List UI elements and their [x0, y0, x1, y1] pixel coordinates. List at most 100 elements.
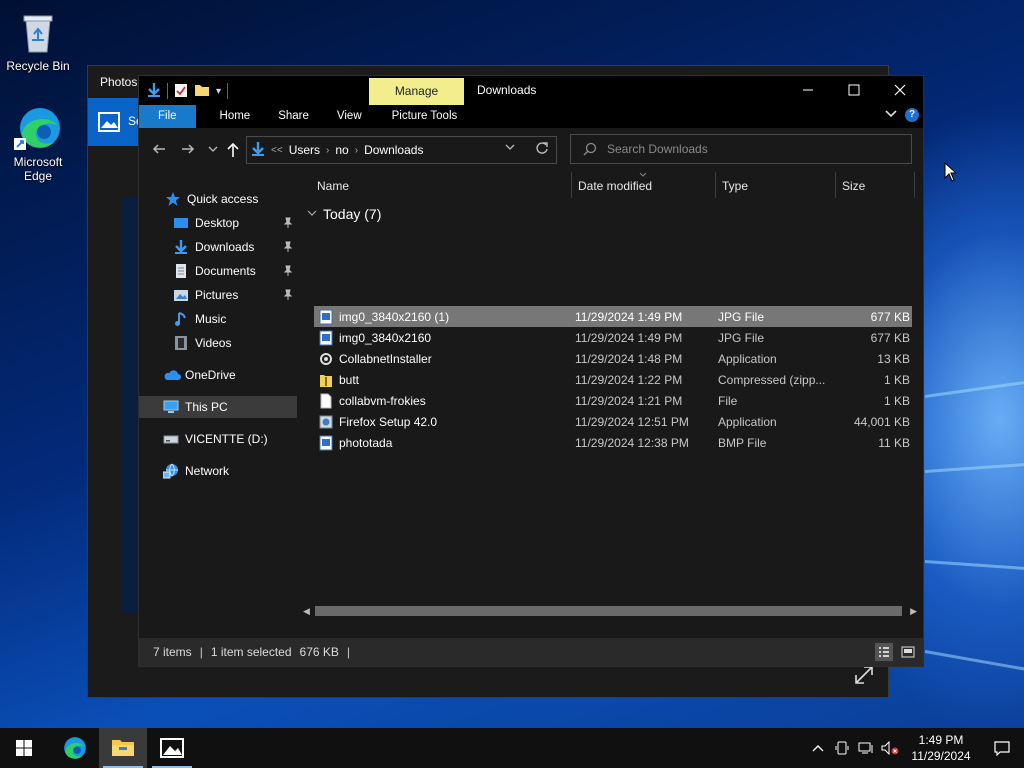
address-overflow[interactable]: << — [271, 145, 283, 156]
file-date: 11/29/2024 1:22 PM — [575, 372, 683, 387]
pin-icon[interactable] — [283, 265, 293, 277]
file-name: Firefox Setup 42.0 — [339, 414, 438, 429]
minimize-icon — [803, 89, 813, 91]
up-arrow-icon — [227, 142, 239, 157]
refresh-icon — [536, 142, 548, 154]
nav-label: Documents — [195, 264, 256, 278]
nav-label: Videos — [195, 336, 232, 350]
expand-icon[interactable] — [853, 664, 875, 686]
breadcrumb-separator-icon[interactable]: › — [326, 145, 329, 156]
window-title: Downloads — [477, 83, 537, 97]
desktop-icon-recycle-bin[interactable]: Recycle Bin — [0, 8, 76, 73]
table-row[interactable]: Firefox Setup 42.0 11/29/2024 12:51 PM A… — [314, 411, 912, 432]
volume-muted-icon[interactable] — [878, 741, 902, 755]
desktop-icon-label: Microsoft Edge — [13, 155, 63, 183]
table-row[interactable]: collabvm-frokies 11/29/2024 1:21 PM File… — [314, 390, 912, 411]
up-button[interactable] — [225, 142, 241, 158]
ribbon-tabs: File Home Share View Picture Tools — [139, 105, 923, 128]
nav-this-pc[interactable]: This PC — [139, 396, 297, 418]
scroll-right-icon[interactable]: ▶ — [910, 604, 917, 618]
ribbon-expand-chevron-icon[interactable] — [885, 108, 897, 122]
nav-downloads[interactable]: Downloads — [139, 236, 297, 258]
desktop-icon-edge[interactable]: Microsoft Edge — [0, 104, 76, 183]
nav-pictures[interactable]: Pictures — [139, 284, 297, 306]
close-button[interactable] — [877, 76, 923, 104]
pin-icon[interactable] — [283, 217, 293, 229]
tab-picture-tools[interactable]: Picture Tools — [376, 105, 472, 128]
minimize-button[interactable] — [785, 76, 831, 104]
chevron-down-icon — [208, 146, 218, 152]
tab-manage[interactable]: Manage — [369, 78, 464, 105]
file-size: 11 KB — [878, 435, 910, 450]
file-date: 11/29/2024 1:21 PM — [575, 393, 683, 408]
tab-home[interactable]: Home — [196, 105, 265, 128]
table-row[interactable]: phototada 11/29/2024 12:38 PM BMP File 1… — [314, 432, 912, 453]
customize-dropdown-icon[interactable]: ▾ — [216, 86, 221, 97]
nav-videos[interactable]: Videos — [139, 332, 297, 354]
breadcrumb-separator-icon[interactable]: › — [355, 145, 358, 156]
breadcrumb-downloads[interactable]: Downloads — [364, 143, 423, 157]
status-bar: 7 items | 1 item selected 676 KB | — [139, 638, 923, 666]
scroll-left-icon[interactable]: ◀ — [303, 604, 310, 618]
details-view-icon[interactable] — [875, 643, 893, 661]
scrollbar-thumb[interactable] — [315, 606, 902, 616]
pin-icon[interactable] — [283, 241, 293, 253]
breadcrumb-no[interactable]: no — [335, 143, 348, 157]
clock[interactable]: 1:49 PM 11/29/2024 — [902, 732, 980, 764]
large-icons-view-icon[interactable] — [899, 643, 917, 661]
tab-file[interactable]: File — [139, 105, 196, 128]
table-row[interactable]: CollabnetInstaller 11/29/2024 1:48 PM Ap… — [314, 348, 912, 369]
column-header-name[interactable]: Name — [317, 172, 349, 200]
photos-tile[interactable]: Se — [88, 98, 143, 146]
refresh-button[interactable] — [535, 141, 549, 158]
column-header-size[interactable]: Size — [842, 172, 865, 200]
notifications-button[interactable] — [980, 740, 1024, 756]
search-icon — [583, 142, 597, 156]
nav-music[interactable]: Music — [139, 308, 297, 330]
properties-icon[interactable] — [174, 82, 188, 101]
tab-view[interactable]: View — [323, 105, 376, 128]
maximize-button[interactable] — [831, 76, 877, 104]
table-row[interactable]: img0_3840x2160 (1) 11/29/2024 1:49 PM JP… — [314, 306, 912, 327]
download-arrow-icon[interactable] — [147, 82, 161, 101]
drive-icon — [163, 431, 179, 447]
breadcrumb-users[interactable]: Users — [289, 143, 320, 157]
downloads-folder-icon — [173, 239, 189, 255]
new-folder-icon[interactable] — [194, 82, 210, 101]
nav-desktop[interactable]: Desktop — [139, 212, 297, 234]
installer-file-icon — [319, 414, 333, 430]
horizontal-scrollbar[interactable]: ◀ ▶ — [301, 604, 919, 618]
collapse-chevron-icon[interactable] — [307, 209, 317, 219]
start-button[interactable] — [0, 728, 48, 768]
group-header-today[interactable]: Today (7) — [307, 206, 381, 222]
file-name: collabvm-frokies — [339, 393, 426, 408]
taskbar-photos-button[interactable] — [148, 728, 196, 768]
search-box[interactable]: Search Downloads — [570, 134, 912, 164]
title-bar[interactable]: ▾ Manage Downloads File Home Share View … — [139, 76, 923, 128]
help-icon[interactable]: ? — [905, 108, 919, 122]
nav-network[interactable]: Network — [139, 460, 297, 482]
back-button[interactable] — [151, 142, 167, 158]
network-status-icon[interactable] — [854, 741, 878, 755]
tray-app-icon[interactable] — [830, 741, 854, 755]
nav-quick-access[interactable]: Quick access — [139, 188, 297, 210]
forward-button[interactable] — [180, 142, 196, 158]
notification-icon — [994, 741, 1010, 756]
file-date: 11/29/2024 12:38 PM — [575, 435, 689, 450]
column-header-type[interactable]: Type — [722, 172, 748, 200]
pin-icon[interactable] — [283, 289, 293, 301]
file-explorer-window[interactable]: ▾ Manage Downloads File Home Share View … — [138, 75, 924, 667]
nav-label: Network — [185, 464, 230, 478]
taskbar-file-explorer-button[interactable] — [99, 728, 147, 768]
taskbar-edge-button[interactable] — [51, 728, 99, 768]
show-hidden-icons-chevron-icon[interactable] — [806, 744, 830, 752]
table-row[interactable]: butt 11/29/2024 1:22 PM Compressed (zipp… — [314, 369, 912, 390]
nav-onedrive[interactable]: OneDrive — [139, 364, 297, 386]
tab-share[interactable]: Share — [264, 105, 323, 128]
recent-locations-button[interactable] — [205, 142, 221, 158]
nav-documents[interactable]: Documents — [139, 260, 297, 282]
address-dropdown-button[interactable] — [505, 143, 515, 154]
nav-drive-d[interactable]: VICENTTE (D:) — [139, 428, 297, 450]
sort-indicator-icon — [639, 172, 647, 177]
table-row[interactable]: img0_3840x2160 11/29/2024 1:49 PM JPG Fi… — [314, 327, 912, 348]
